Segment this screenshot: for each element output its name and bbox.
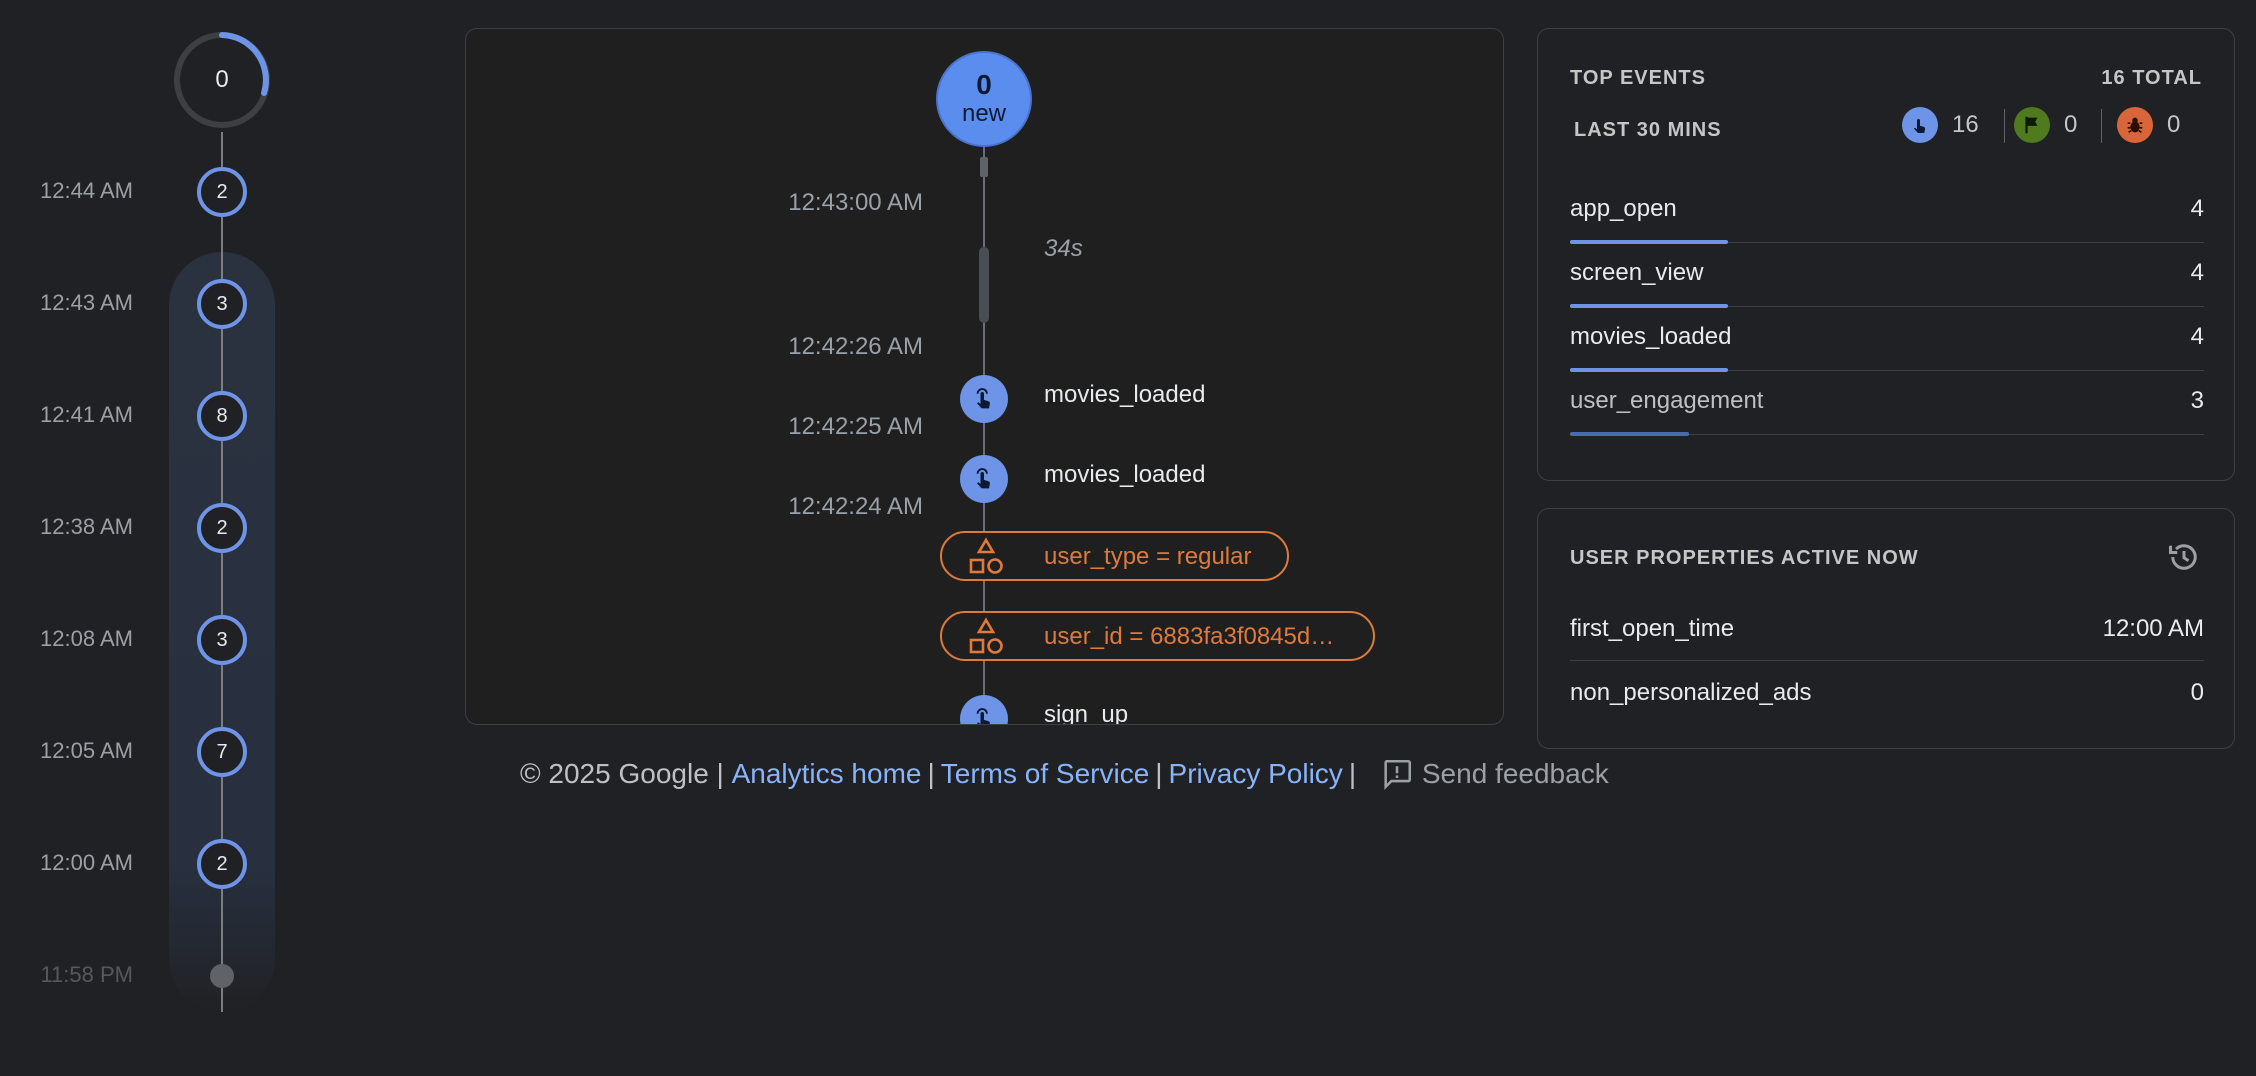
event-timestamp: 12:42:25 AM bbox=[788, 413, 923, 440]
minute-time: 12:44 AM bbox=[40, 178, 133, 203]
privacy-policy-link[interactable]: Privacy Policy bbox=[1169, 758, 1343, 790]
current-minute-count[interactable]: 0 bbox=[172, 30, 272, 130]
footer-separator: | bbox=[1348, 757, 1357, 789]
user-property-row: non_personalized_ads 0 bbox=[1570, 661, 2204, 725]
minute-time: 11:58 PM bbox=[40, 962, 133, 987]
stream-stub bbox=[980, 157, 988, 177]
event-timestamp: 12:43:00 AM bbox=[788, 189, 923, 216]
minute-count-circle[interactable]: 8 bbox=[197, 391, 247, 441]
copyright: © 2025 Google | bbox=[520, 757, 724, 789]
user-properties-title: USER PROPERTIES ACTIVE NOW bbox=[1570, 547, 1919, 569]
minute-time: 12:43 AM bbox=[40, 290, 133, 315]
minute-timeline: 0 12:44 AM 2 12:43 AM 3 12:41 AM 8 12:38… bbox=[0, 0, 300, 1076]
user-property-row: first_open_time 12:00 AM bbox=[1570, 597, 2204, 661]
top-event-count: 4 bbox=[2190, 323, 2204, 350]
shapes-icon bbox=[969, 537, 1003, 574]
minute-time: 12:41 AM bbox=[40, 402, 133, 427]
shapes-icon bbox=[969, 617, 1003, 654]
period-label: LAST 30 MINS bbox=[1574, 119, 1722, 141]
touch-icon bbox=[960, 695, 1008, 724]
top-event-name: app_open bbox=[1570, 195, 1677, 222]
analytics-home-link[interactable]: Analytics home bbox=[732, 758, 922, 790]
minute-count-circle[interactable]: 7 bbox=[197, 727, 247, 777]
top-event-row[interactable]: app_open 4 bbox=[1570, 179, 2204, 244]
terms-of-service-link[interactable]: Terms of Service bbox=[941, 758, 1150, 790]
new-events-label: new bbox=[961, 100, 1007, 127]
conversions-stat: 0 bbox=[2014, 107, 2077, 143]
minute-count-circle[interactable]: 2 bbox=[197, 167, 247, 217]
top-event-bar bbox=[1570, 432, 1689, 436]
time-gap-bar bbox=[979, 247, 989, 323]
footer-separator: | bbox=[1155, 757, 1163, 789]
top-event-count: 4 bbox=[2190, 259, 2204, 286]
user-property-value: 12:00 AM bbox=[2102, 615, 2204, 642]
top-event-row[interactable]: movies_loaded 4 bbox=[1570, 307, 2204, 372]
events-stat-count: 16 bbox=[1952, 111, 1979, 138]
events-stat: 16 bbox=[1902, 107, 1979, 143]
user-property-label: user_id = 6883fa3f0845d… bbox=[1044, 623, 1335, 650]
time-gap-label: 34s bbox=[1044, 235, 1083, 262]
user-property-name: first_open_time bbox=[1570, 615, 1735, 642]
feedback-icon bbox=[1384, 759, 1411, 790]
conversions-stat-count: 0 bbox=[2064, 111, 2078, 138]
top-event-name: movies_loaded bbox=[1570, 323, 1732, 350]
minute-time: 12:00 AM bbox=[40, 850, 133, 875]
top-event-count: 4 bbox=[2190, 195, 2204, 222]
send-feedback-button[interactable]: Send feedback bbox=[1380, 756, 1609, 791]
footer: © 2025 Google | Analytics home | Terms of … bbox=[520, 756, 1609, 791]
event-timestamp: 12:42:24 AM bbox=[788, 493, 923, 520]
touch-icon bbox=[960, 375, 1008, 423]
minute-time: 12:38 AM bbox=[40, 514, 133, 539]
minute-count-circle[interactable]: 2 bbox=[197, 503, 247, 553]
minute-count-circle[interactable]: 3 bbox=[197, 279, 247, 329]
top-event-name: user_engagement bbox=[1570, 387, 1764, 414]
top-events-total: 16 TOTAL bbox=[2101, 67, 2202, 89]
event-stream-panel: 0 new 12:43:00 AM 34s 12:42:26 AM movies… bbox=[465, 28, 1504, 725]
stat-divider bbox=[2101, 109, 2102, 143]
top-events-card: TOP EVENTS 16 TOTAL LAST 30 MINS 16 0 0 … bbox=[1537, 28, 2235, 481]
minute-count-circle[interactable]: 2 bbox=[197, 839, 247, 889]
minute-empty-dot[interactable] bbox=[210, 964, 234, 988]
user-property-name: non_personalized_ads bbox=[1570, 679, 1812, 706]
user-property-value: 0 bbox=[2190, 679, 2204, 706]
send-feedback-label: Send feedback bbox=[1421, 757, 1609, 789]
stat-divider bbox=[2004, 109, 2005, 143]
new-events-bubble[interactable]: 0 new bbox=[936, 51, 1032, 147]
user-property-label: user_type = regular bbox=[1044, 543, 1252, 570]
history-icon[interactable] bbox=[2166, 539, 2202, 575]
minute-count-circle[interactable]: 3 bbox=[197, 615, 247, 665]
footer-separator: | bbox=[927, 757, 935, 789]
minute-time: 12:05 AM bbox=[40, 738, 133, 763]
errors-stat-count: 0 bbox=[2167, 111, 2181, 138]
event-timestamp: 12:42:26 AM bbox=[788, 333, 923, 360]
event-label[interactable]: sign_up bbox=[1044, 701, 1128, 724]
touch-icon bbox=[1902, 107, 1938, 143]
new-events-count: 0 bbox=[976, 69, 992, 100]
top-events-title: TOP EVENTS bbox=[1570, 67, 1706, 89]
event-label[interactable]: movies_loaded bbox=[1044, 461, 1205, 489]
top-event-row[interactable]: screen_view 4 bbox=[1570, 243, 2204, 308]
touch-icon bbox=[960, 455, 1008, 503]
top-event-row[interactable]: user_engagement 3 bbox=[1570, 371, 2204, 436]
user-property-pill[interactable]: user_id = 6883fa3f0845d… bbox=[940, 611, 1375, 661]
top-event-count: 3 bbox=[2190, 387, 2204, 414]
top-event-name: screen_view bbox=[1570, 259, 1704, 286]
user-property-pill[interactable]: user_type = regular bbox=[940, 531, 1289, 581]
user-properties-card: USER PROPERTIES ACTIVE NOW first_open_ti… bbox=[1537, 508, 2235, 749]
errors-stat: 0 bbox=[2117, 107, 2180, 143]
event-label[interactable]: movies_loaded bbox=[1044, 381, 1205, 409]
bug-icon bbox=[2117, 107, 2153, 143]
flag-icon bbox=[2014, 107, 2050, 143]
minute-time: 12:08 AM bbox=[40, 626, 133, 651]
